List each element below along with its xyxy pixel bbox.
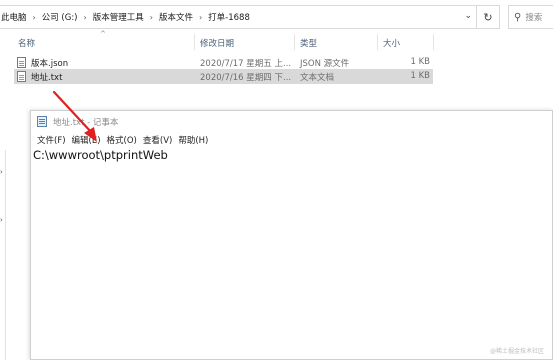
- breadcrumb-drive[interactable]: 公司 (G:) ›: [39, 11, 90, 24]
- chevron-right-icon[interactable]: ›: [30, 13, 39, 22]
- file-type: JSON 源文件: [300, 59, 350, 69]
- text-editor-content[interactable]: C:\wwwroot\ptprintWeb: [33, 148, 168, 162]
- column-headers: ^ 名称 修改日期 类型 大小: [0, 30, 553, 50]
- breadcrumb-current-folder[interactable]: 打单-1688: [205, 11, 253, 23]
- file-size: 1 KB: [410, 57, 430, 67]
- column-header-modified[interactable]: 修改日期: [200, 37, 234, 49]
- breadcrumb-folder[interactable]: 版本管理工具 ›: [90, 11, 156, 24]
- nav-pin-icon: ›: [0, 168, 3, 176]
- breadcrumb-label: 版本管理工具: [92, 13, 144, 23]
- chevron-right-icon[interactable]: ›: [147, 13, 156, 22]
- menu-bar: 文件(F) 编辑(E) 格式(O) 查看(V) 帮助(H): [31, 133, 552, 147]
- text-file-icon: [17, 71, 26, 82]
- file-type: 文本文档: [300, 73, 335, 83]
- breadcrumb-label: 此电脑: [1, 13, 27, 23]
- column-divider[interactable]: [194, 34, 195, 50]
- file-explorer-window: 此电脑 › 公司 (G:) › 版本管理工具 › 版本文件 › 打单-1688 …: [0, 0, 553, 110]
- chevron-down-icon[interactable]: ⌄: [464, 11, 472, 21]
- refresh-icon: ↻: [483, 10, 493, 24]
- search-icon: ⚲: [514, 11, 522, 23]
- file-modified: 2020/7/16 星期四 下...: [200, 73, 292, 83]
- file-name: 版本.json: [31, 59, 69, 69]
- file-icon: [17, 57, 26, 68]
- column-header-type[interactable]: 类型: [300, 37, 317, 49]
- refresh-button[interactable]: ↻: [477, 5, 500, 29]
- chevron-right-icon[interactable]: ›: [81, 13, 90, 22]
- menu-file[interactable]: 文件(F): [34, 134, 69, 146]
- menu-help[interactable]: 帮助(H): [175, 134, 211, 146]
- column-header-name[interactable]: 名称: [18, 37, 35, 49]
- navigation-pane-edge[interactable]: › ›: [0, 150, 6, 360]
- notepad-window: 地址.txt - 记事本 文件(F) 编辑(E) 格式(O) 查看(V) 帮助(…: [30, 110, 553, 360]
- notepad-icon: [37, 116, 47, 127]
- notepad-title-bar[interactable]: 地址.txt - 记事本: [31, 111, 552, 133]
- chevron-right-icon[interactable]: ›: [196, 13, 205, 22]
- breadcrumb-label: 公司 (G:): [41, 13, 78, 23]
- window-title: 地址.txt - 记事本: [53, 118, 119, 128]
- search-placeholder: 搜索: [525, 13, 543, 23]
- file-modified: 2020/7/17 星期五 上...: [200, 59, 292, 69]
- column-divider[interactable]: [433, 34, 434, 50]
- nav-pin-icon: ›: [0, 216, 3, 224]
- column-divider[interactable]: [377, 34, 378, 50]
- watermark: @稀土掘金技术社区: [489, 348, 544, 355]
- menu-edit[interactable]: 编辑(E): [69, 134, 104, 146]
- file-size: 1 KB: [410, 71, 430, 81]
- menu-view[interactable]: 查看(V): [140, 134, 175, 146]
- address-bar[interactable]: 此电脑 › 公司 (G:) › 版本管理工具 › 版本文件 › 打单-1688 …: [0, 5, 477, 29]
- menu-format[interactable]: 格式(O): [104, 134, 140, 146]
- file-name: 地址.txt: [31, 73, 63, 83]
- breadcrumb-this-pc[interactable]: 此电脑 ›: [0, 11, 39, 24]
- breadcrumb-folder[interactable]: 版本文件 ›: [156, 11, 205, 24]
- breadcrumb-label: 打单-1688: [208, 13, 250, 23]
- sort-ascending-icon: ^: [100, 30, 106, 38]
- column-header-size[interactable]: 大小: [383, 37, 400, 49]
- address-row: 此电脑 › 公司 (G:) › 版本管理工具 › 版本文件 › 打单-1688 …: [0, 0, 553, 34]
- breadcrumb-label: 版本文件: [158, 13, 193, 23]
- search-input[interactable]: ⚲ 搜索: [508, 5, 553, 29]
- file-row-selected[interactable]: 地址.txt 2020/7/16 星期四 下... 文本文档 1 KB: [14, 69, 433, 84]
- file-row[interactable]: 版本.json 2020/7/17 星期五 上... JSON 源文件 1 KB: [14, 55, 433, 70]
- column-divider[interactable]: [294, 34, 295, 50]
